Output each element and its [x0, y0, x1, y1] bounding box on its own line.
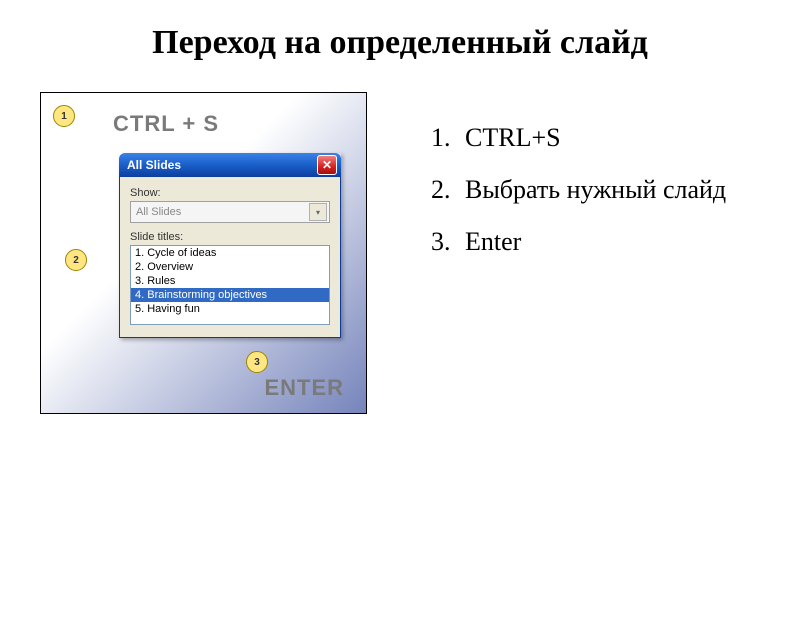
dialog-body: Show: All Slides ▾ Slide titles: 1. Cycl…: [119, 177, 341, 338]
slide-titles-label: Slide titles:: [130, 231, 330, 243]
list-item[interactable]: 1. Cycle of ideas: [131, 246, 329, 260]
all-slides-dialog: All Slides ✕ Show: All Slides ▾ Slide ti…: [119, 153, 341, 338]
list-item[interactable]: 2. Overview: [131, 260, 329, 274]
illustration-panel: 1 CTRL + S 2 All Slides ✕ Show: All Slid…: [40, 92, 367, 414]
steps-list: CTRL+S Выбрать нужный слайд Enter: [427, 112, 726, 388]
key-label-enter: ENTER: [264, 375, 344, 401]
show-combobox[interactable]: All Slides ▾: [130, 201, 330, 223]
dialog-titlebar[interactable]: All Slides ✕: [119, 153, 341, 177]
combo-dropdown-button[interactable]: ▾: [309, 203, 327, 221]
content-area: 1 CTRL + S 2 All Slides ✕ Show: All Slid…: [0, 92, 800, 414]
step-item: CTRL+S: [457, 112, 726, 164]
show-label: Show:: [130, 187, 330, 199]
callout-3: 3: [246, 351, 268, 373]
slide-titles-list[interactable]: 1. Cycle of ideas 2. Overview 3. Rules 4…: [130, 245, 330, 325]
callout-1: 1: [53, 105, 75, 127]
close-icon: ✕: [322, 158, 332, 172]
step-item: Выбрать нужный слайд: [457, 164, 726, 216]
key-label-ctrl-s: CTRL + S: [113, 111, 219, 137]
show-value: All Slides: [136, 206, 181, 218]
step-item: Enter: [457, 216, 726, 268]
callout-2: 2: [65, 249, 87, 271]
list-item-selected[interactable]: 4. Brainstorming objectives: [131, 288, 329, 302]
chevron-down-icon: ▾: [316, 208, 320, 217]
page-title: Переход на определенный слайд: [0, 24, 800, 62]
dialog-title: All Slides: [127, 158, 181, 172]
list-item[interactable]: 5. Having fun: [131, 302, 329, 316]
list-item[interactable]: 3. Rules: [131, 274, 329, 288]
close-button[interactable]: ✕: [317, 155, 337, 175]
